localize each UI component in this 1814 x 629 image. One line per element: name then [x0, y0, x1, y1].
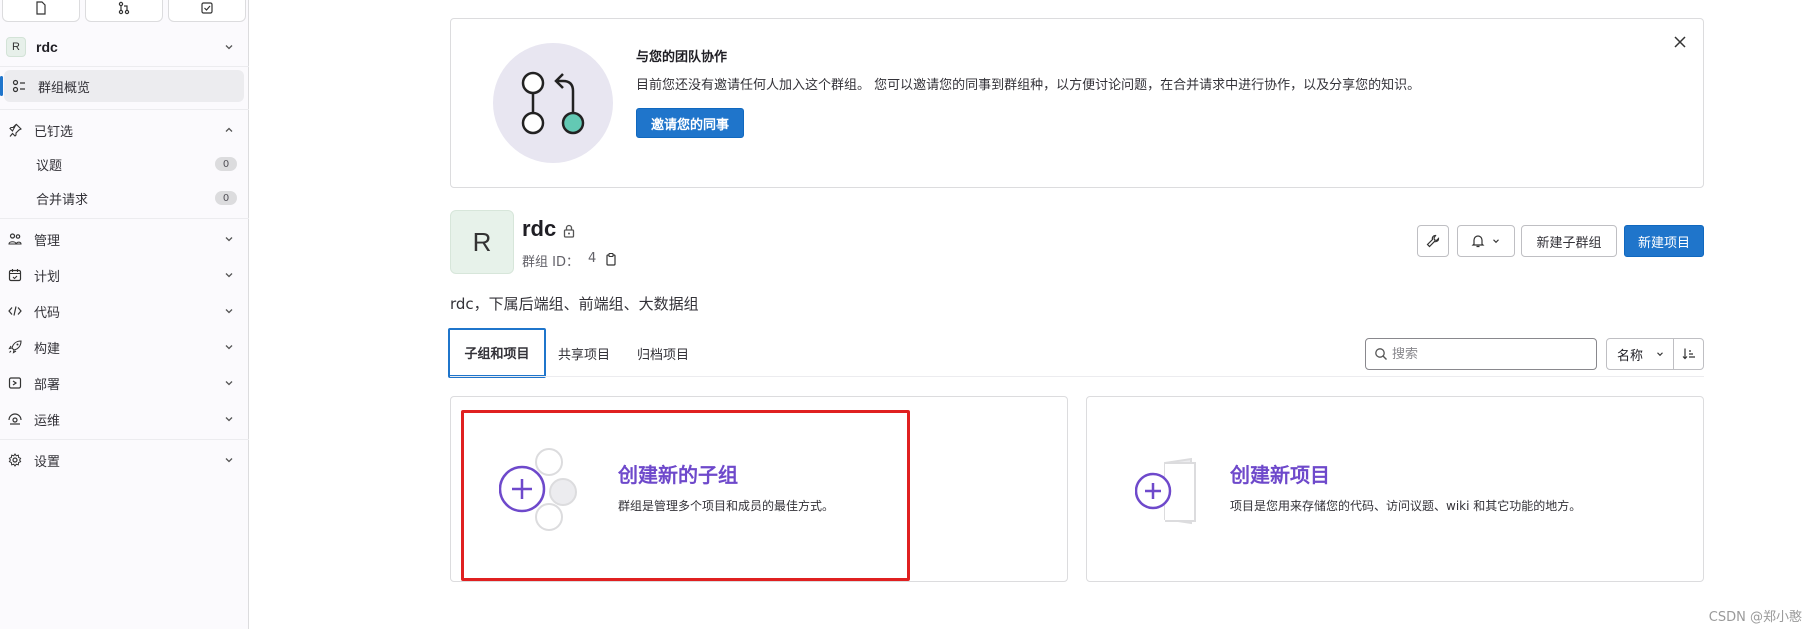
create-project-title[interactable]: 创建新项目: [1230, 459, 1330, 488]
sidebar-item-label: 议题: [36, 158, 63, 174]
sort-direction-button[interactable]: [1673, 338, 1704, 370]
sidebar-group-switcher[interactable]: R rdc: [0, 30, 249, 64]
group-overview-icon: [12, 79, 25, 93]
merge-requests-count-badge: 0: [215, 191, 237, 205]
sidebar-item-label: 管理: [34, 233, 61, 249]
sort-label: 名称: [1617, 348, 1644, 364]
merge-request-icon: [118, 1, 130, 15]
chevron-down-icon: [225, 458, 233, 463]
sidebar-item-label: 已钉选: [34, 124, 74, 140]
sidebar-item-label: 运维: [34, 413, 61, 429]
create-project-description: 项目是您用来存储您的代码、访问议题、wiki 和其它功能的地方。: [1230, 499, 1582, 513]
tabs-divider: [450, 376, 1704, 377]
sort-lowest-icon: [1682, 348, 1695, 360]
project-icon: [1135, 457, 1196, 525]
invite-colleagues-button[interactable]: 邀请您的同事: [636, 108, 744, 138]
create-subgroup-title[interactable]: 创建新的子组: [618, 459, 738, 488]
sidebar-item-group-overview[interactable]: 群组概览: [0, 70, 244, 102]
notifications-dropdown[interactable]: [1457, 225, 1515, 257]
sidebar-item-merge-requests[interactable]: 合并请求 0: [0, 182, 249, 214]
issues-count-badge: 0: [215, 157, 237, 171]
calendar-icon: [8, 269, 22, 282]
divider: [0, 66, 249, 67]
watermark: CSDN @郑小憨: [1708, 610, 1802, 625]
lock-icon: [563, 224, 575, 238]
sidebar: R rdc 群组概览 已钉选 议题 0 合并请求 0 管理 计划 代码 构建 部…: [0, 0, 249, 629]
wrench-icon: [1426, 234, 1440, 248]
new-subgroup-button[interactable]: 新建子群组: [1521, 225, 1617, 257]
chevron-down-icon: [1493, 239, 1499, 244]
group-avatar: R: [450, 210, 514, 274]
chevron-down-icon: [225, 381, 233, 386]
gear-icon: [8, 453, 22, 467]
chevron-down-icon: [225, 345, 233, 350]
sidebar-item-label: 设置: [34, 454, 61, 470]
tab-archived-projects[interactable]: 归档项目: [632, 328, 694, 378]
code-icon: [8, 306, 22, 316]
todo-icon: [201, 2, 213, 14]
settings-button[interactable]: [1417, 225, 1449, 257]
sidebar-item-label: 群组概览: [38, 80, 91, 96]
sidebar-item-build[interactable]: 构建: [0, 331, 249, 363]
sidebar-item-label: 计划: [34, 269, 61, 285]
create-subgroup-description: 群组是管理多个项目和成员的最佳方式。: [618, 499, 835, 513]
chevron-down-icon: [225, 273, 233, 278]
sidebar-item-operate[interactable]: 运维: [0, 403, 249, 435]
new-project-button[interactable]: 新建项目: [1624, 225, 1704, 257]
merge-requests-button[interactable]: [85, 0, 163, 22]
chevron-up-icon: [225, 127, 233, 132]
merge-graph-icon: [521, 71, 585, 135]
chevron-down-icon: [225, 309, 233, 314]
collaboration-illustration: [493, 43, 613, 163]
invite-banner: 与您的团队协作 目前您还没有邀请任何人加入这个群组。 您可以邀请您的同事到群组种…: [450, 18, 1704, 188]
monitor-icon: [8, 413, 22, 425]
sidebar-item-deploy[interactable]: 部署: [0, 367, 249, 399]
group-name: rdc: [522, 216, 557, 241]
chevron-down-icon: [1657, 352, 1663, 357]
sidebar-item-code[interactable]: 代码: [0, 295, 249, 327]
file-icon: [36, 1, 46, 15]
group-description: rdc，下属后端组、前端组、大数据组: [450, 295, 699, 313]
sidebar-item-label: 构建: [34, 341, 61, 357]
search-box[interactable]: [1365, 338, 1597, 370]
sidebar-item-settings[interactable]: 设置: [0, 444, 249, 476]
sidebar-item-pinned[interactable]: 已钉选: [0, 114, 249, 146]
users-icon: [8, 233, 22, 245]
sort-dropdown[interactable]: 名称: [1606, 338, 1674, 370]
banner-description: 目前您还没有邀请任何人加入这个群组。 您可以邀请您的同事到群组种，以方便讨论问题…: [636, 78, 1421, 93]
sidebar-group-name: rdc: [36, 39, 58, 55]
deploy-icon: [8, 377, 22, 389]
sidebar-item-label: 部署: [34, 377, 61, 393]
new-file-button[interactable]: [2, 0, 80, 22]
divider: [0, 218, 249, 219]
sidebar-top-buttons: [0, 0, 249, 22]
chevron-down-icon: [225, 237, 233, 242]
sidebar-item-issues[interactable]: 议题 0: [0, 148, 249, 180]
group-id-value: 4: [588, 251, 597, 266]
rocket-icon: [8, 340, 22, 354]
pin-icon: [9, 123, 22, 137]
search-icon: [1375, 348, 1387, 360]
todo-button[interactable]: [168, 0, 246, 22]
banner-title: 与您的团队协作: [636, 50, 728, 65]
group-avatar-small: R: [6, 37, 26, 57]
subgroup-icon: [499, 448, 577, 531]
chevron-down-icon: [225, 417, 233, 422]
sidebar-item-label: 合并请求: [36, 192, 89, 208]
sidebar-item-plan[interactable]: 计划: [0, 259, 249, 291]
group-id-label: 群组 ID：: [522, 255, 579, 270]
close-icon[interactable]: [1673, 35, 1687, 49]
search-input[interactable]: [1392, 346, 1592, 362]
tab-subgroups-and-projects[interactable]: 子组和项目: [448, 328, 546, 378]
bell-icon: [1471, 235, 1485, 248]
sidebar-item-manage[interactable]: 管理: [0, 223, 249, 255]
chevron-down-icon: [225, 45, 233, 50]
create-project-card[interactable]: 创建新项目 项目是您用来存储您的代码、访问议题、wiki 和其它功能的地方。: [1086, 396, 1704, 582]
divider: [0, 109, 249, 110]
create-subgroup-card[interactable]: 创建新的子组 群组是管理多个项目和成员的最佳方式。: [450, 396, 1068, 582]
tab-shared-projects[interactable]: 共享项目: [553, 328, 615, 378]
sidebar-item-label: 代码: [34, 305, 61, 321]
divider: [0, 439, 249, 440]
copy-icon[interactable]: [604, 252, 618, 266]
